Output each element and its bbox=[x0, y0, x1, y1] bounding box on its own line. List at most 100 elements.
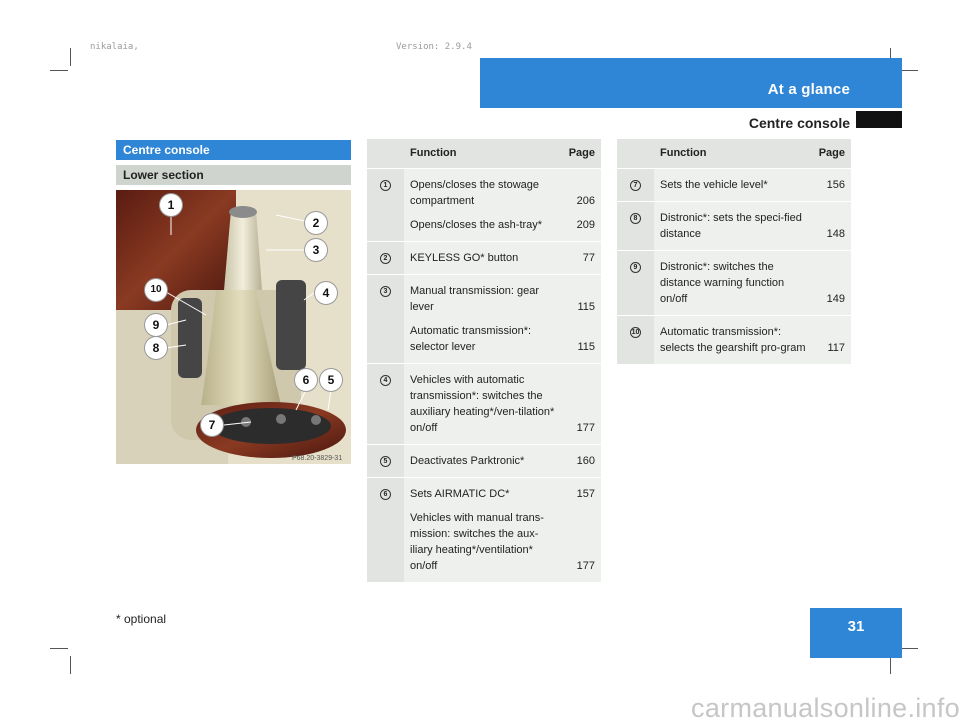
item-number-badge: 1 bbox=[380, 179, 391, 191]
function-text: Automatic transmission*: selects the gea… bbox=[660, 325, 806, 354]
photo-callout-7: 7 bbox=[201, 414, 223, 436]
function-table-right: Function Page 7 Sets the vehicle level* 15… bbox=[617, 139, 851, 365]
photo-callout-5: 5 bbox=[320, 369, 342, 391]
crop-mark bbox=[50, 70, 68, 71]
photo-callout-1: 1 bbox=[160, 194, 182, 216]
page-ref: 157 bbox=[576, 487, 595, 500]
function-cell: Automatic transmission*: selects the gea… bbox=[654, 315, 813, 365]
function-cell: Vehicles with automatic transmission*: s… bbox=[404, 363, 563, 445]
page-ref: 177 bbox=[576, 559, 595, 572]
page-ref: 115 bbox=[577, 340, 595, 353]
page-cell: 117 bbox=[812, 315, 851, 365]
page-cell: 206 209 bbox=[562, 168, 601, 242]
photo-callout-9: 9 bbox=[145, 314, 167, 336]
function-cell: Sets the vehicle level* bbox=[654, 168, 813, 202]
table-row: 7 Sets the vehicle level* 156 bbox=[617, 168, 851, 202]
table-row: 8 Distronic*: sets the speci-fied distanc… bbox=[617, 201, 851, 251]
chapter-title: At a glance bbox=[767, 81, 850, 98]
function-cell: Distronic*: sets the speci-fied distance bbox=[654, 201, 813, 251]
console-photo: P68.20-3829-31 1 2 3 4 5 6 7 8 9 10 bbox=[116, 190, 351, 464]
col-page: Page bbox=[812, 139, 851, 169]
item-number-badge: 4 bbox=[380, 374, 391, 386]
item-number: 7 bbox=[617, 168, 654, 202]
function-text: Manual transmission: gear lever bbox=[410, 284, 540, 313]
page-ref: 117 bbox=[827, 341, 845, 354]
col-function: Function bbox=[654, 139, 813, 169]
item-number: 10 bbox=[617, 315, 654, 365]
item-number-badge: 7 bbox=[630, 179, 641, 191]
col-page: Page bbox=[562, 139, 601, 169]
item-number: 5 bbox=[367, 444, 404, 478]
page-cell: 77 bbox=[562, 241, 601, 275]
item-number: 6 bbox=[367, 477, 404, 583]
function-text: Deactivates Parktronic* bbox=[410, 454, 525, 467]
col-number bbox=[367, 139, 404, 169]
function-text: Opens/closes the ash-tray* bbox=[410, 218, 543, 231]
page-cell: 115 115 bbox=[562, 274, 601, 364]
function-cell: KEYLESS GO* button bbox=[404, 241, 563, 275]
page-ref: 149 bbox=[826, 292, 845, 305]
page-ref: 148 bbox=[826, 227, 845, 240]
table-row: 4 Vehicles with automatic transmission*: … bbox=[367, 363, 601, 445]
function-cell: Deactivates Parktronic* bbox=[404, 444, 563, 478]
crop-mark bbox=[70, 656, 71, 674]
page-number: 31 bbox=[847, 618, 865, 635]
crop-mark bbox=[900, 70, 918, 71]
page-ref: 209 bbox=[576, 218, 595, 231]
function-cell: Opens/closes the stowage compartment Open… bbox=[404, 168, 563, 242]
table-row: 10 Automatic transmission*: selects the g… bbox=[617, 315, 851, 365]
item-number-badge: 10 bbox=[630, 326, 641, 338]
item-number: 3 bbox=[367, 274, 404, 364]
item-number-badge: 6 bbox=[380, 488, 391, 500]
page-cell: 177 bbox=[562, 363, 601, 445]
page-cell: 156 bbox=[812, 168, 851, 202]
function-text: Vehicles with manual trans-mission: swit… bbox=[410, 511, 544, 572]
photo-callout-8: 8 bbox=[145, 337, 167, 359]
item-number-badge: 2 bbox=[380, 252, 391, 264]
page-ref: 177 bbox=[576, 421, 595, 434]
item-number-badge: 9 bbox=[630, 261, 641, 273]
page-cell: 160 bbox=[562, 444, 601, 478]
crop-mark bbox=[50, 648, 68, 649]
page-cell: 148 bbox=[812, 201, 851, 251]
photo-code: P68.20-3829-31 bbox=[292, 455, 342, 462]
crop-mark bbox=[890, 656, 891, 674]
meta-author: nikalaia, bbox=[90, 42, 139, 52]
function-text: Distronic*: sets the speci-fied distance bbox=[660, 211, 802, 240]
function-text: Sets the vehicle level* bbox=[660, 178, 768, 191]
function-cell: Sets AIRMATIC DC* Vehicles with manual tr… bbox=[404, 477, 563, 583]
function-table-left: Function Page 1 Opens/closes the stowage … bbox=[367, 139, 601, 583]
section-subtitle: Lower section bbox=[116, 165, 351, 185]
crop-mark bbox=[900, 648, 918, 649]
item-number: 4 bbox=[367, 363, 404, 445]
photo-callout-3: 3 bbox=[305, 239, 327, 261]
item-number-badge: 8 bbox=[630, 212, 641, 224]
function-text: Sets AIRMATIC DC* bbox=[410, 487, 510, 500]
page-ref: 156 bbox=[826, 178, 845, 191]
function-cell: Manual transmission: gear lever Automatic… bbox=[404, 274, 563, 364]
page-ref: 77 bbox=[582, 251, 595, 264]
table-row: 2 KEYLESS GO* button 77 bbox=[367, 241, 601, 275]
table-row: 9 Distronic*: switches the distance warni… bbox=[617, 250, 851, 316]
function-text: Automatic transmission*: selector lever bbox=[410, 324, 532, 353]
footnote: * optional bbox=[116, 612, 167, 626]
function-cell: Distronic*: switches the distance warnin… bbox=[654, 250, 813, 316]
meta-version: Version: 2.9.4 bbox=[396, 42, 472, 52]
table-row: 3 Manual transmission: gear lever Automati… bbox=[367, 274, 601, 364]
function-text: KEYLESS GO* button bbox=[410, 251, 519, 264]
item-number-badge: 5 bbox=[380, 455, 391, 467]
function-text: Distronic*: switches the distance warnin… bbox=[660, 260, 785, 305]
page-ref: 206 bbox=[576, 194, 595, 207]
table-row: 5 Deactivates Parktronic* 160 bbox=[367, 444, 601, 478]
page-ref: 115 bbox=[577, 300, 595, 313]
photo-callout-6: 6 bbox=[295, 369, 317, 391]
page-ref: 160 bbox=[576, 454, 595, 467]
col-number bbox=[617, 139, 654, 169]
photo-callout-2: 2 bbox=[305, 212, 327, 234]
table-row: 6 Sets AIRMATIC DC* Vehicles with manual t… bbox=[367, 477, 601, 583]
function-text: Vehicles with automatic transmission*: s… bbox=[410, 373, 555, 434]
page-cell: 149 bbox=[812, 250, 851, 316]
crop-mark bbox=[70, 48, 71, 66]
table-row: 1 Opens/closes the stowage compartment Ope… bbox=[367, 168, 601, 242]
page-cell: 157 177 bbox=[562, 477, 601, 583]
